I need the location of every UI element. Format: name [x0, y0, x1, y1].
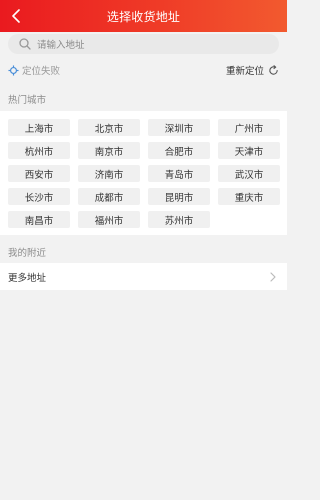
- city-grid: 上海市 北京市 深圳市 广州市 杭州市 南京市 合肥市 天津市 西安市 济南市 …: [8, 119, 280, 228]
- more-address-label: 更多地址: [8, 272, 47, 284]
- back-button[interactable]: [6, 6, 26, 26]
- nearby-label: 我的附近: [8, 248, 47, 259]
- city-item[interactable]: 合肥市: [148, 142, 210, 159]
- location-row: 定位失败 重新定位: [0, 60, 287, 80]
- search-area: 请输入地址: [0, 32, 287, 56]
- city-item[interactable]: 北京市: [78, 119, 140, 136]
- location-status-text: 定位失败: [22, 66, 61, 77]
- city-item[interactable]: 成都市: [78, 188, 140, 205]
- city-item[interactable]: 济南市: [78, 165, 140, 182]
- search-icon: [19, 38, 31, 50]
- city-item[interactable]: 武汉市: [218, 165, 280, 182]
- relocate-label: 重新定位: [225, 66, 264, 77]
- city-item[interactable]: 福州市: [78, 211, 140, 228]
- city-item[interactable]: 杭州市: [8, 142, 70, 159]
- city-item[interactable]: 天津市: [218, 142, 280, 159]
- chevron-left-icon: [12, 9, 20, 23]
- city-item[interactable]: 西安市: [8, 165, 70, 182]
- location-status: 定位失败: [8, 63, 60, 77]
- city-item[interactable]: 青岛市: [148, 165, 210, 182]
- more-address-row[interactable]: 更多地址: [0, 263, 287, 290]
- city-item[interactable]: 上海市: [8, 119, 70, 136]
- search-input[interactable]: 请输入地址: [8, 34, 279, 54]
- locate-target-icon: [8, 64, 19, 76]
- page-title: 选择收货地址: [106, 9, 181, 24]
- chevron-right-icon: [270, 271, 276, 282]
- city-item[interactable]: 昆明市: [148, 188, 210, 205]
- relocate-button[interactable]: 重新定位: [226, 63, 279, 77]
- city-item[interactable]: 苏州市: [148, 211, 210, 228]
- city-item[interactable]: 深圳市: [148, 119, 210, 136]
- refresh-icon: [269, 64, 278, 75]
- header-bar: 选择收货地址: [0, 0, 287, 32]
- city-item[interactable]: 长沙市: [8, 188, 70, 205]
- city-item[interactable]: 广州市: [218, 119, 280, 136]
- city-item[interactable]: 南昌市: [8, 211, 70, 228]
- search-placeholder: 请输入地址: [37, 40, 85, 51]
- hot-cities-label: 热门城市: [8, 95, 47, 106]
- hot-cities-panel: 上海市 北京市 深圳市 广州市 杭州市 南京市 合肥市 天津市 西安市 济南市 …: [0, 111, 287, 235]
- city-item[interactable]: 南京市: [78, 142, 140, 159]
- city-item[interactable]: 重庆市: [218, 188, 280, 205]
